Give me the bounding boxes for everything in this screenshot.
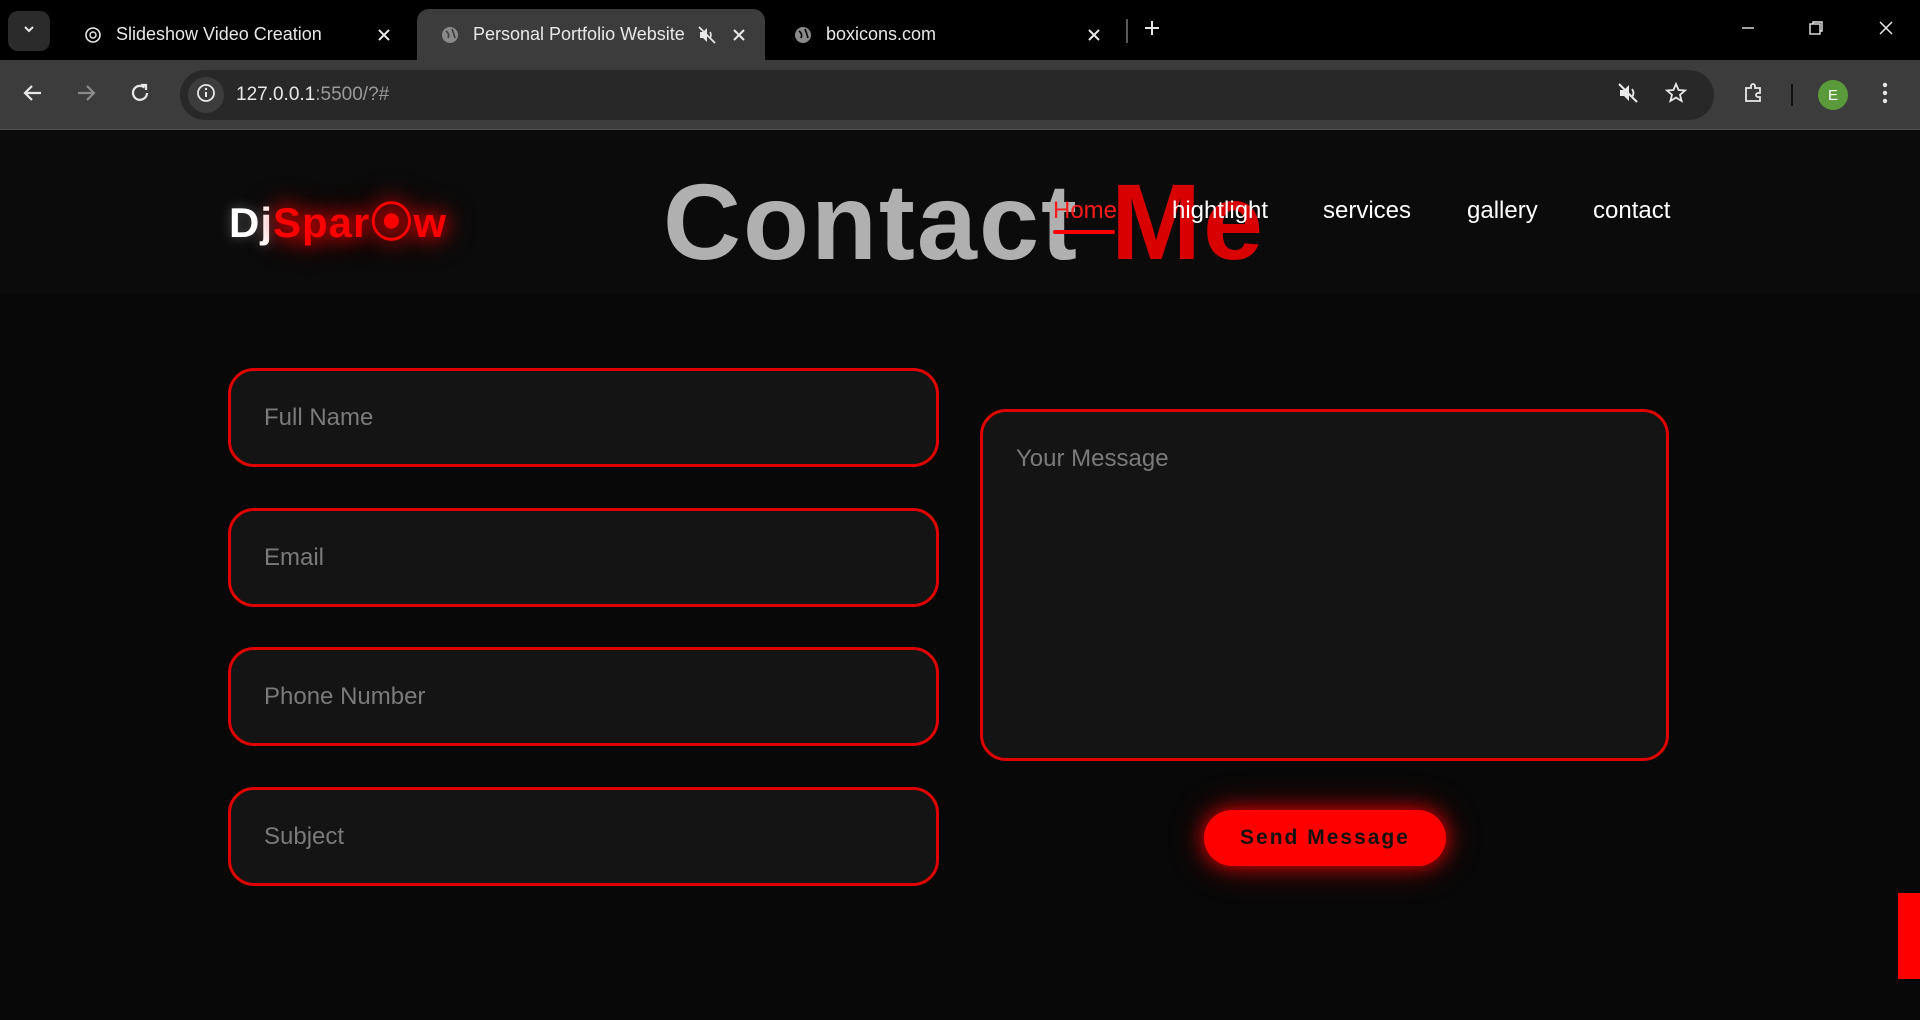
puzzle-icon	[1742, 81, 1766, 110]
minimize-button[interactable]	[1728, 10, 1768, 50]
tab-search-button[interactable]	[8, 11, 50, 51]
nav-gallery[interactable]: gallery	[1467, 197, 1538, 225]
email-input[interactable]	[231, 511, 936, 604]
back-button[interactable]	[14, 76, 52, 114]
reload-icon	[129, 82, 151, 109]
chevron-down-icon	[22, 22, 36, 41]
globe-icon	[441, 26, 459, 44]
toolbar-divider	[1791, 84, 1793, 106]
subject-field[interactable]	[228, 787, 939, 886]
tab-divider	[1126, 19, 1128, 43]
muted-speaker-icon	[1616, 81, 1640, 110]
new-tab-button[interactable]	[1136, 14, 1168, 46]
email-field[interactable]	[228, 508, 939, 607]
full-name-field[interactable]	[228, 368, 939, 467]
nav-contact[interactable]: contact	[1593, 197, 1670, 225]
url-host: 127.0.0.1	[236, 84, 316, 105]
nav-active-underline	[1053, 230, 1115, 234]
tab-title: Personal Portfolio Website	[473, 24, 685, 44]
openai-icon	[84, 26, 102, 44]
browser-toolbar: 127.0.0.1:5500/?#	[0, 60, 1920, 130]
kebab-menu-icon	[1882, 82, 1888, 109]
extensions-button[interactable]	[1735, 76, 1773, 114]
plus-icon	[1143, 19, 1161, 42]
reload-button[interactable]	[121, 76, 159, 114]
logo-dj: Dj	[229, 199, 273, 246]
profile-avatar[interactable]: E	[1818, 80, 1848, 110]
close-window-button[interactable]	[1866, 10, 1906, 50]
subject-input[interactable]	[231, 790, 936, 883]
page-viewport: DjSpar⦿w Contact Me Home hightlight serv…	[0, 131, 1920, 1020]
nav-home[interactable]: Home	[1053, 197, 1117, 225]
restore-icon	[1808, 20, 1824, 41]
tab-muted-icon[interactable]	[695, 23, 719, 47]
url-path: :5500/?#	[315, 84, 390, 105]
phone-input[interactable]	[231, 650, 936, 743]
forward-button[interactable]	[67, 76, 105, 114]
tab-title: boxicons.com	[826, 24, 937, 44]
message-textarea[interactable]	[983, 412, 1666, 758]
logo-sparrow: Spar⦿w	[273, 199, 448, 246]
globe-icon	[794, 26, 812, 44]
star-icon	[1664, 81, 1688, 110]
send-message-button[interactable]: Send Message	[1204, 810, 1446, 866]
site-logo[interactable]: DjSpar⦿w	[229, 189, 447, 250]
tab-portfolio[interactable]: Personal Portfolio Website	[417, 9, 765, 60]
bookmark-button[interactable]	[1658, 77, 1694, 113]
url-text[interactable]: 127.0.0.1:5500/?#	[236, 84, 389, 106]
minimize-icon	[1740, 20, 1756, 41]
close-icon	[1878, 20, 1894, 41]
tab-strip: Slideshow Video Creation Personal Portfo…	[0, 0, 1920, 60]
info-icon	[196, 83, 216, 108]
site-info-button[interactable]	[188, 77, 224, 113]
arrow-right-icon	[75, 82, 97, 109]
arrow-left-icon	[22, 82, 44, 109]
tab-boxicons[interactable]: boxicons.com	[770, 9, 1120, 60]
phone-field[interactable]	[228, 647, 939, 746]
nav-services[interactable]: services	[1323, 197, 1411, 225]
heading-contact: Contact	[663, 161, 1111, 282]
restore-button[interactable]	[1796, 10, 1836, 50]
scroll-to-top-button[interactable]	[1898, 893, 1920, 979]
site-header: DjSpar⦿w Contact Me Home hightlight serv…	[0, 131, 1920, 293]
close-tab-icon[interactable]	[1082, 23, 1106, 47]
close-tab-icon[interactable]	[372, 23, 396, 47]
message-field[interactable]	[980, 409, 1669, 761]
tab-title: Slideshow Video Creation	[116, 24, 322, 44]
close-tab-icon[interactable]	[727, 23, 751, 47]
address-bar[interactable]: 127.0.0.1:5500/?#	[180, 70, 1714, 120]
menu-button[interactable]	[1866, 76, 1904, 114]
nav-hightlight[interactable]: hightlight	[1172, 197, 1268, 225]
tab-slideshow[interactable]: Slideshow Video Creation	[60, 9, 410, 60]
site-muted-button[interactable]	[1610, 77, 1646, 113]
full-name-input[interactable]	[231, 371, 936, 464]
